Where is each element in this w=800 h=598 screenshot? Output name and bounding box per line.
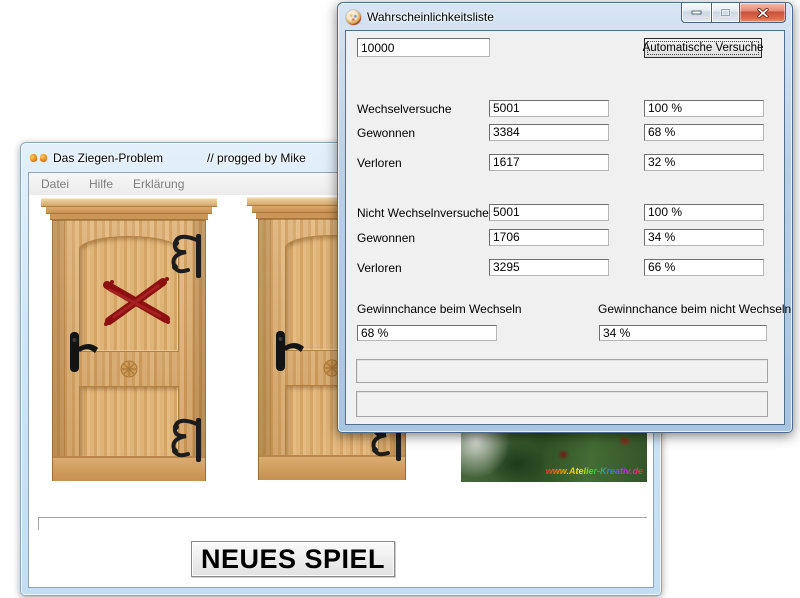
switch-trials-value[interactable]: 5001 <box>489 100 609 117</box>
menu-erklaerung[interactable]: Erklärung <box>123 174 194 194</box>
game-window-subtitle: // progged by Mike <box>207 151 306 165</box>
stay-lost-label: Verloren <box>357 261 402 275</box>
switch-trials-label: Wechselversuche <box>357 102 452 116</box>
probability-window: Wahrscheinlichkeitsliste Automatische Ve… <box>337 2 793 433</box>
door-handle-icon <box>274 329 306 375</box>
door-cornice <box>41 198 217 207</box>
bottom-groupbox-edge <box>38 517 647 530</box>
stay-lost-value[interactable]: 3295 <box>489 259 609 276</box>
switch-won-percent[interactable]: 68 % <box>644 124 764 141</box>
switch-won-label: Gewonnen <box>357 126 415 140</box>
switch-lost-value[interactable]: 1617 <box>489 154 609 171</box>
door-hinge-icon <box>166 234 202 278</box>
minimize-button[interactable] <box>681 3 712 23</box>
switch-lost-percent[interactable]: 32 % <box>644 154 764 171</box>
chance-switch-value[interactable]: 68 % <box>357 325 497 341</box>
close-icon <box>757 8 769 18</box>
progress-bar-stay <box>356 391 768 417</box>
stay-trials-value[interactable]: 5001 <box>489 204 609 221</box>
stay-won-value[interactable]: 1706 <box>489 229 609 246</box>
caption-buttons <box>681 3 786 23</box>
stay-trials-label: Nicht Wechselnversuche <box>357 206 489 220</box>
switch-lost-label: Verloren <box>357 156 402 170</box>
switch-won-value[interactable]: 3384 <box>489 124 609 141</box>
probability-window-title: Wahrscheinlichkeitsliste <box>367 10 494 24</box>
new-game-button[interactable]: NEUES SPIEL <box>191 541 395 577</box>
switch-trials-percent[interactable]: 100 % <box>644 100 764 117</box>
game-window-title: Das Ziegen-Problem <box>53 151 163 165</box>
menu-hilfe[interactable]: Hilfe <box>79 174 123 194</box>
stay-won-percent[interactable]: 34 % <box>644 229 764 246</box>
photo-watermark: www.Atelier-Kreativ.de <box>546 466 643 476</box>
close-button[interactable] <box>739 3 786 23</box>
door-hinge-icon <box>166 418 202 462</box>
probability-client-area: Automatische Versuche Wechselversuche 50… <box>346 31 784 424</box>
maximize-icon <box>720 8 731 17</box>
door-lower-panel <box>79 386 179 458</box>
menu-datei[interactable]: Datei <box>31 174 79 194</box>
maximize-button[interactable] <box>712 3 739 23</box>
chance-stay-label: Gewinnchance beim nicht Wechseln <box>598 302 769 316</box>
goat-icon <box>30 152 47 164</box>
door-1[interactable] <box>41 198 217 481</box>
progress-bar-switch <box>356 359 768 383</box>
minimize-icon <box>691 10 702 15</box>
rosette-ornament-icon <box>120 360 138 378</box>
chance-switch-label: Gewinnchance beim Wechseln <box>357 302 522 316</box>
chance-stay-value[interactable]: 34 % <box>599 325 767 341</box>
stay-won-label: Gewonnen <box>357 231 415 245</box>
red-x-mark <box>100 276 174 328</box>
door-handle-icon <box>68 330 100 376</box>
auto-trials-button[interactable]: Automatische Versuche <box>644 38 762 58</box>
app-icon <box>346 10 361 25</box>
stay-lost-percent[interactable]: 66 % <box>644 259 764 276</box>
trials-input[interactable] <box>357 38 490 57</box>
stay-trials-percent[interactable]: 100 % <box>644 204 764 221</box>
